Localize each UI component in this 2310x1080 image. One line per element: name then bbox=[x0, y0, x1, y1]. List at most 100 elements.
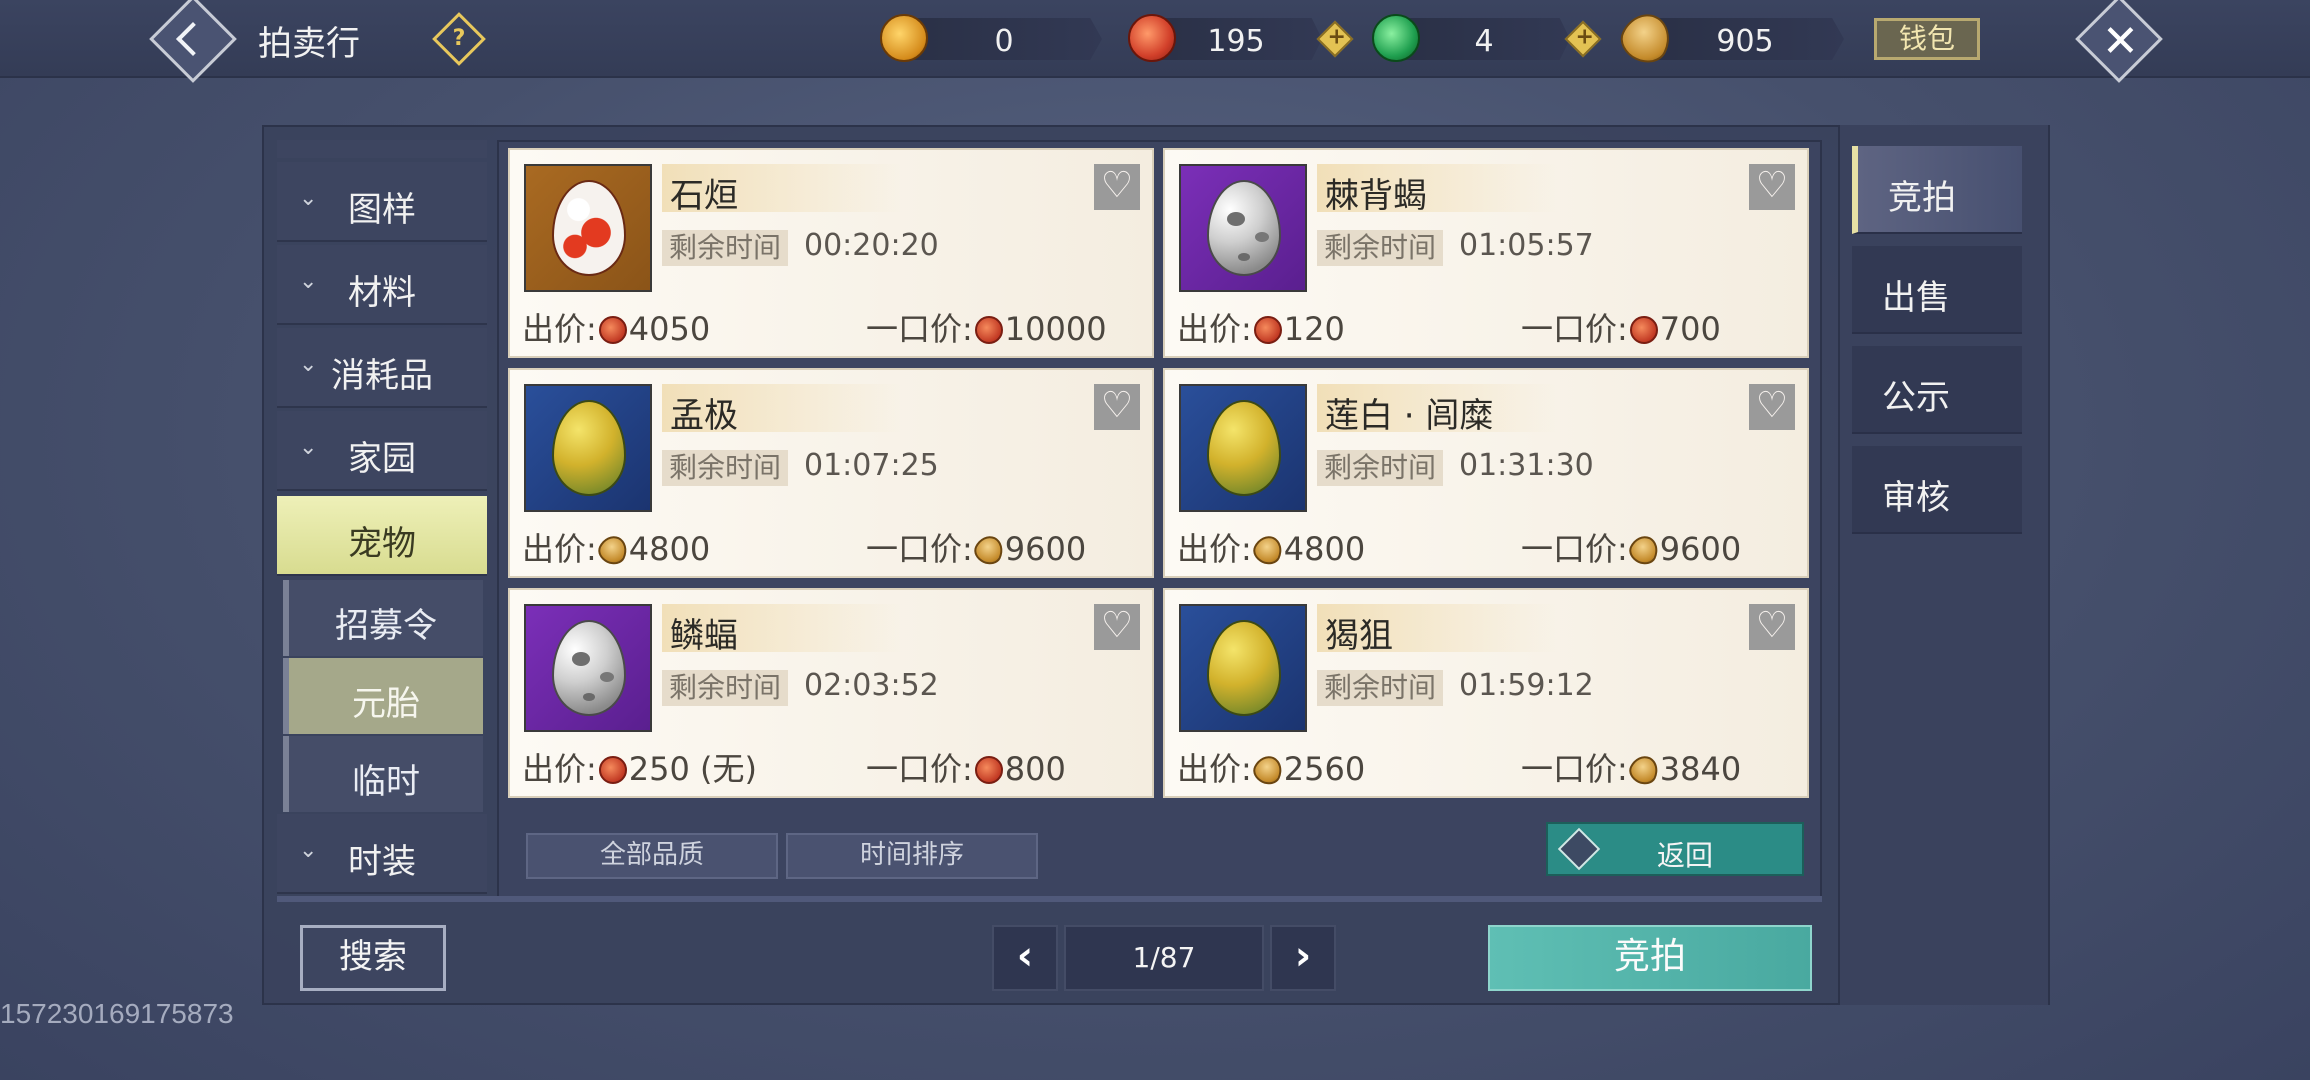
buyout-price: 一口价: 10000 bbox=[866, 304, 1107, 350]
buyout-price: 一口价: 9600 bbox=[1521, 524, 1741, 570]
bid-price: 出价: 4800 bbox=[1177, 524, 1365, 570]
favorite-heart-icon[interactable] bbox=[1749, 164, 1795, 210]
bid-label: 出价: bbox=[1177, 750, 1252, 788]
item-thumbnail bbox=[1179, 164, 1307, 292]
favorite-heart-icon[interactable] bbox=[1749, 604, 1795, 650]
tab-public-notice[interactable]: 公示 bbox=[1852, 346, 2022, 434]
item-thumbnail bbox=[1179, 604, 1307, 732]
bid-price: 出价: 250 (无) bbox=[522, 744, 757, 790]
chevron-left-icon bbox=[176, 22, 210, 56]
category-materials[interactable]: ⌄ 材料 bbox=[277, 245, 487, 325]
time-sort-dropdown[interactable]: 时间排序 bbox=[786, 833, 1038, 879]
favorite-heart-icon[interactable] bbox=[1749, 384, 1795, 430]
moon-egg-icon bbox=[552, 620, 626, 716]
buyout-value: 9600 bbox=[1659, 530, 1742, 568]
buyout-price: 一口价: 3840 bbox=[1521, 744, 1741, 790]
bid-value: 4800 bbox=[1283, 530, 1366, 568]
time-left-value: 01:31:30 bbox=[1459, 448, 1594, 483]
page-title: 拍卖行 bbox=[258, 24, 360, 64]
quality-filter-dropdown[interactable]: 全部品质 bbox=[526, 833, 778, 879]
buyout-label: 一口价: bbox=[866, 750, 973, 788]
tab-label: 审核 bbox=[1882, 478, 1950, 518]
item-name: 猲狙 bbox=[1325, 616, 1393, 656]
item-thumbnail bbox=[524, 164, 652, 292]
time-left-value: 01:05:57 bbox=[1459, 228, 1594, 263]
listing-card[interactable]: 猲狙 剩余时间 01:59:12 出价: 2560 一口价: 3840 bbox=[1163, 588, 1809, 798]
moon-egg-icon bbox=[1207, 180, 1281, 276]
golden-ring-currency-icon bbox=[880, 14, 928, 62]
scaled-egg-icon bbox=[552, 400, 626, 496]
tab-auction[interactable]: 竞拍 bbox=[1852, 146, 2022, 234]
green-jade-currency-icon bbox=[1372, 14, 1420, 62]
buyout-label: 一口价: bbox=[1521, 310, 1628, 348]
bid-label: 出价: bbox=[1177, 530, 1252, 568]
bid-price: 出价: 4050 bbox=[522, 304, 710, 350]
chevron-right-icon: › bbox=[1294, 933, 1312, 979]
buyout-value: 9600 bbox=[1004, 530, 1087, 568]
tab-sell[interactable]: 出售 bbox=[1852, 246, 2022, 334]
category-consumables[interactable]: ⌄ 消耗品 bbox=[277, 328, 487, 408]
next-page-button[interactable]: › bbox=[1270, 925, 1336, 991]
favorite-heart-icon[interactable] bbox=[1094, 604, 1140, 650]
prev-page-button[interactable]: ‹ bbox=[992, 925, 1058, 991]
listing-card[interactable]: 石烜 剩余时间 00:20:20 出价: 4050 一口价: 10000 bbox=[508, 148, 1154, 358]
buyout-price: 一口价: 9600 bbox=[866, 524, 1086, 570]
red-coin-icon bbox=[974, 756, 1003, 784]
subcategory-embryo[interactable]: 元胎 bbox=[283, 658, 483, 734]
wallet-button[interactable]: 钱包 bbox=[1874, 18, 1980, 60]
seed-coin-icon bbox=[1249, 531, 1287, 569]
item-thumbnail bbox=[524, 604, 652, 732]
bid-price: 出价: 2560 bbox=[1177, 744, 1365, 790]
item-name: 孟极 bbox=[670, 396, 738, 436]
buyout-label: 一口价: bbox=[866, 310, 973, 348]
buyout-label: 一口价: bbox=[1521, 750, 1628, 788]
favorite-heart-icon[interactable] bbox=[1094, 384, 1140, 430]
buyout-label: 一口价: bbox=[866, 530, 973, 568]
bid-label: 出价: bbox=[1177, 310, 1252, 348]
buyout-value: 800 bbox=[1004, 750, 1066, 788]
currency-bar-3: 905 bbox=[1646, 18, 1844, 60]
bid-label: 出价: bbox=[522, 310, 597, 348]
red-coin-icon bbox=[974, 316, 1003, 344]
currency-bar-0: 0 bbox=[906, 18, 1102, 60]
buyout-value: 3840 bbox=[1659, 750, 1742, 788]
listing-card[interactable]: 莲白 · 闾糜 剩余时间 01:31:30 出价: 4800 一口价: 9600 bbox=[1163, 368, 1809, 578]
favorite-heart-icon[interactable] bbox=[1094, 164, 1140, 210]
red-coin-icon bbox=[598, 756, 627, 784]
buyout-value: 10000 bbox=[1004, 310, 1107, 348]
category-fashion[interactable]: ⌄ 时装 bbox=[277, 814, 487, 894]
tab-label: 公示 bbox=[1882, 378, 1950, 418]
bid-value: 120 bbox=[1283, 310, 1345, 348]
category-homestead[interactable]: ⌄ 家园 bbox=[277, 411, 487, 491]
koi-egg-icon bbox=[552, 180, 626, 276]
return-button[interactable]: 返回 bbox=[1546, 822, 1804, 876]
search-button[interactable]: 搜索 bbox=[300, 925, 446, 991]
currency-bar-2: 4 bbox=[1398, 18, 1570, 60]
red-coin-icon bbox=[598, 316, 627, 344]
bid-price: 出价: 120 bbox=[1177, 304, 1345, 350]
category-pets[interactable]: 宠物 bbox=[277, 496, 487, 576]
time-left-label: 剩余时间 bbox=[662, 230, 788, 266]
scaled-egg-icon bbox=[1207, 400, 1281, 496]
subcategory-temporary[interactable]: 临时 bbox=[283, 736, 483, 812]
tab-review[interactable]: 审核 bbox=[1852, 446, 2022, 534]
listing-card[interactable]: 棘背蝎 剩余时间 01:05:57 出价: 120 一口价: 700 bbox=[1163, 148, 1809, 358]
red-coin-currency-icon bbox=[1128, 14, 1176, 62]
bid-button[interactable]: 竞拍 bbox=[1488, 925, 1812, 991]
tab-label: 出售 bbox=[1882, 278, 1950, 318]
question-icon: ? bbox=[452, 26, 466, 51]
bid-value: 2560 bbox=[1283, 750, 1366, 788]
red-coin-icon bbox=[1629, 316, 1658, 344]
bid-label: 出价: bbox=[522, 530, 597, 568]
time-left-value: 02:03:52 bbox=[804, 668, 939, 703]
listing-card[interactable]: 鳞蝠 剩余时间 02:03:52 出价: 250 (无) 一口价: 800 bbox=[508, 588, 1154, 798]
red-coin-icon bbox=[1253, 316, 1282, 344]
seed-coin-icon bbox=[1625, 751, 1663, 789]
item-name: 石烜 bbox=[670, 176, 738, 216]
close-icon: ✕ bbox=[2101, 15, 2139, 67]
bid-label: 出价: bbox=[522, 750, 597, 788]
subcategory-recruit-token[interactable]: 招募令 bbox=[283, 580, 483, 656]
category-patterns[interactable]: ⌄ 图样 bbox=[277, 162, 487, 242]
listing-card[interactable]: 孟极 剩余时间 01:07:25 出价: 4800 一口价: 9600 bbox=[508, 368, 1154, 578]
bid-value: 250 (无) bbox=[628, 750, 758, 788]
